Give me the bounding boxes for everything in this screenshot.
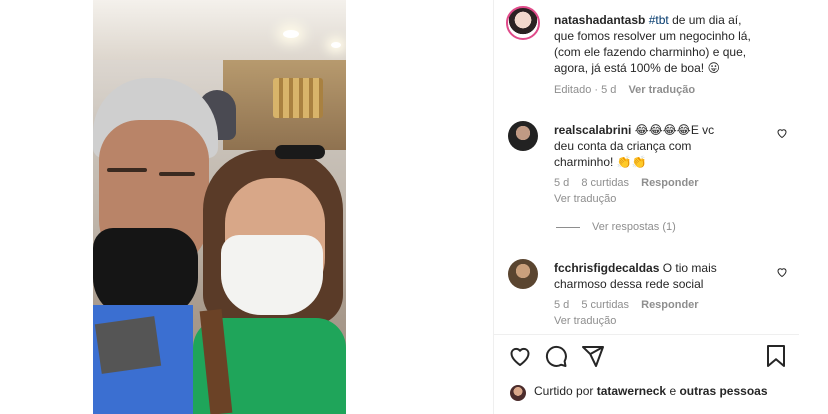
caption-text: agora, já está 100% de boa! 😛: [554, 61, 720, 75]
comment-text: deu conta da criança com: [554, 139, 692, 153]
comment-text: O tio mais: [662, 261, 717, 275]
liked-by-avatar[interactable]: [510, 385, 526, 401]
post-side-panel: natashadantasb #tbt de um dia aí, que fo…: [493, 0, 799, 414]
author-avatar[interactable]: [506, 6, 540, 40]
photo-light: [283, 30, 299, 38]
replies-line: [556, 226, 580, 228]
comment-meta: 5 d 8 curtidas Responder: [554, 177, 708, 189]
comment-body: realscalabrini 😂😂😂😂E vc deu conta da cri…: [554, 122, 764, 170]
liked-by: Curtido por tatawerneck e outras pessoas: [534, 384, 824, 398]
photo-ceiling: [93, 0, 346, 60]
photo-man-brow: [159, 172, 195, 176]
liked-by-prefix: Curtido por: [534, 384, 594, 398]
caption-text: (com ele fazendo charminho) e que,: [554, 45, 747, 59]
comment-icon[interactable]: [544, 344, 568, 368]
view-replies-button[interactable]: Ver respostas (1): [556, 221, 676, 233]
comment-avatar[interactable]: [508, 259, 538, 289]
comment-body: fcchrisfigdecaldas O tio mais charmoso d…: [554, 260, 764, 292]
comment-meta: 5 d 5 curtidas Responder: [554, 299, 708, 311]
photo-shelf: [273, 78, 323, 118]
caption-text: de um dia aí,: [672, 13, 742, 27]
comment-time: 5 d: [554, 299, 570, 311]
view-replies-label: Ver respostas (1): [592, 221, 676, 233]
edited-label: Editado · 5 d: [554, 84, 617, 96]
photo-backpack-strap: [94, 316, 162, 374]
photo-sunglasses: [275, 145, 325, 159]
comment-likes[interactable]: 8 curtidas: [581, 177, 629, 189]
reply-button[interactable]: Responder: [641, 299, 698, 311]
comment-translate-link[interactable]: Ver tradução: [554, 315, 616, 327]
reply-button[interactable]: Responder: [641, 177, 698, 189]
actions-divider: [494, 334, 799, 335]
photo-man-brow: [107, 168, 147, 172]
comment-avatar[interactable]: [508, 121, 538, 151]
caption-hashtag[interactable]: #tbt: [649, 13, 669, 27]
post-actions: [494, 344, 799, 372]
small-heart-icon[interactable]: [776, 266, 788, 278]
share-icon[interactable]: [581, 344, 605, 368]
caption-text: que fomos resolver um negocinho lá,: [554, 29, 751, 43]
photo-light: [331, 42, 341, 48]
caption-meta: Editado · 5 d Ver tradução: [554, 84, 704, 96]
comment-likes[interactable]: 5 curtidas: [581, 299, 629, 311]
comment-text: charminho! 👏👏: [554, 155, 647, 169]
photo-woman-mask: [221, 235, 323, 315]
post-photo[interactable]: [93, 0, 346, 414]
comment-username[interactable]: fcchrisfigdecaldas: [554, 261, 659, 275]
comment-translate-link[interactable]: Ver tradução: [554, 193, 616, 205]
liked-by-conj: e: [669, 384, 677, 398]
liked-by-others[interactable]: outras pessoas: [679, 384, 767, 398]
post-caption: natashadantasb #tbt de um dia aí, que fo…: [554, 12, 789, 76]
author-username[interactable]: natashadantasb: [554, 13, 645, 27]
bookmark-icon[interactable]: [764, 344, 788, 368]
comment-username[interactable]: realscalabrini: [554, 123, 631, 137]
comment-time: 5 d: [554, 177, 570, 189]
caption-translate-link[interactable]: Ver tradução: [628, 84, 695, 96]
small-heart-icon[interactable]: [776, 127, 788, 139]
comment-text: 😂😂😂😂E vc: [634, 123, 715, 137]
heart-icon[interactable]: [508, 344, 532, 368]
liked-by-user[interactable]: tatawerneck: [597, 384, 666, 398]
comment-text: charmoso dessa rede social: [554, 277, 704, 291]
